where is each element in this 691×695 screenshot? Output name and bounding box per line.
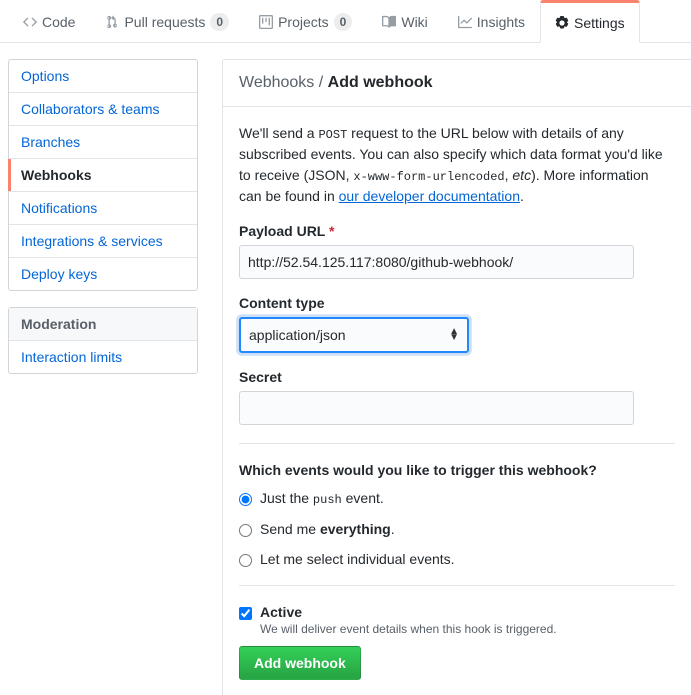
active-description: We will deliver event details when this … xyxy=(260,622,675,636)
sidebar-item-collaborators[interactable]: Collaborators & teams xyxy=(9,93,197,126)
repo-tabs: Code Pull requests 0 Projects 0 Wiki Ins… xyxy=(0,0,691,43)
secret-input[interactable] xyxy=(239,391,634,425)
sidebar-item-webhooks[interactable]: Webhooks xyxy=(9,159,197,192)
active-checkbox[interactable] xyxy=(239,607,252,620)
radio-everything[interactable] xyxy=(239,524,252,537)
projects-count: 0 xyxy=(334,13,353,31)
radio-just-push[interactable] xyxy=(239,493,252,506)
breadcrumb-sep: / xyxy=(314,74,327,91)
webhook-description: We'll send a POST request to the URL bel… xyxy=(239,123,675,207)
add-webhook-button[interactable]: Add webhook xyxy=(239,646,361,680)
sidebar-item-branches[interactable]: Branches xyxy=(9,126,197,159)
git-pull-request-icon xyxy=(105,15,119,29)
settings-sidebar: Options Collaborators & teams Branches W… xyxy=(8,59,198,695)
payload-url-label: Payload URL * xyxy=(239,223,675,239)
tab-wiki[interactable]: Wiki xyxy=(367,0,442,42)
radio-just-push-label[interactable]: Just the push event. xyxy=(260,490,384,507)
tab-settings[interactable]: Settings xyxy=(540,0,640,43)
select-arrows-icon: ▲▼ xyxy=(449,329,459,341)
gear-icon xyxy=(555,16,569,30)
secret-label: Secret xyxy=(239,369,675,385)
code-icon xyxy=(23,15,37,29)
tab-insights-label: Insights xyxy=(477,14,525,30)
content-type-label: Content type xyxy=(239,295,675,311)
tab-projects-label: Projects xyxy=(278,14,329,30)
book-icon xyxy=(382,15,396,29)
payload-url-input[interactable] xyxy=(239,245,634,279)
events-title: Which events would you like to trigger t… xyxy=(239,462,675,478)
pr-count: 0 xyxy=(210,13,229,31)
tab-insights[interactable]: Insights xyxy=(443,0,540,42)
breadcrumb-current: Add webhook xyxy=(328,74,433,91)
sidebar-item-notifications[interactable]: Notifications xyxy=(9,192,197,225)
sidebar-item-options[interactable]: Options xyxy=(9,60,197,93)
tab-settings-label: Settings xyxy=(574,15,625,31)
radio-everything-label[interactable]: Send me everything. xyxy=(260,521,395,537)
breadcrumb-parent: Webhooks xyxy=(239,74,314,91)
documentation-link[interactable]: our developer documentation xyxy=(339,188,520,204)
tab-projects[interactable]: Projects 0 xyxy=(244,0,367,42)
content-type-select[interactable]: application/json ▲▼ xyxy=(239,317,469,353)
tab-wiki-label: Wiki xyxy=(401,14,427,30)
sidebar-item-interaction-limits[interactable]: Interaction limits xyxy=(9,341,197,373)
radio-individual-label[interactable]: Let me select individual events. xyxy=(260,551,455,567)
sidebar-item-deploykeys[interactable]: Deploy keys xyxy=(9,258,197,290)
tab-code[interactable]: Code xyxy=(8,0,90,42)
sidebar-item-integrations[interactable]: Integrations & services xyxy=(9,225,197,258)
content-type-value: application/json xyxy=(249,325,346,345)
project-icon xyxy=(259,15,273,29)
tab-pull-requests[interactable]: Pull requests 0 xyxy=(90,0,244,42)
divider-2 xyxy=(239,585,675,586)
sidebar-moderation-header: Moderation xyxy=(9,308,197,341)
graph-icon xyxy=(458,15,472,29)
tab-code-label: Code xyxy=(42,14,75,30)
tab-pr-label: Pull requests xyxy=(124,14,205,30)
divider xyxy=(239,443,675,444)
breadcrumb: Webhooks / Add webhook xyxy=(223,60,691,107)
main-panel: Webhooks / Add webhook We'll send a POST… xyxy=(222,59,691,695)
radio-individual[interactable] xyxy=(239,554,252,567)
active-label[interactable]: Active xyxy=(260,604,302,620)
